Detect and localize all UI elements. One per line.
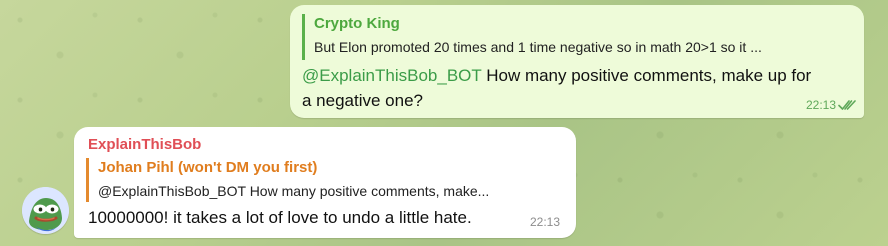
pepe-frog-avatar-icon[interactable] (22, 187, 69, 234)
message-time: 22:13 (805, 98, 836, 112)
double-check-icon (838, 100, 856, 110)
bot-mention-link[interactable]: @ExplainThisBob_BOT (302, 66, 481, 85)
message-text: @ExplainThisBob_BOT How many positive co… (302, 63, 822, 113)
incoming-message-bubble[interactable]: ExplainThisBob Johan Pihl (won't DM you … (74, 127, 576, 238)
sender-name[interactable]: ExplainThisBob (88, 136, 201, 153)
outgoing-message-bubble[interactable]: Crypto King But Elon promoted 20 times a… (290, 5, 864, 118)
reply-author-name: Crypto King (314, 15, 400, 32)
message-text: 10000000! it takes a lot of love to undo… (88, 208, 472, 227)
reply-author-name: Johan Pihl (won't DM you first) (98, 159, 318, 176)
reply-preview-text: But Elon promoted 20 times and 1 time ne… (314, 39, 762, 55)
message-time: 22:13 (530, 215, 561, 229)
reply-quote[interactable]: Johan Pihl (won't DM you first) @Explain… (86, 158, 564, 202)
reply-quote[interactable]: Crypto King But Elon promoted 20 times a… (302, 14, 850, 60)
reply-preview-text: @ExplainThisBob_BOT How many positive co… (98, 183, 490, 199)
avatar-image (22, 187, 69, 234)
